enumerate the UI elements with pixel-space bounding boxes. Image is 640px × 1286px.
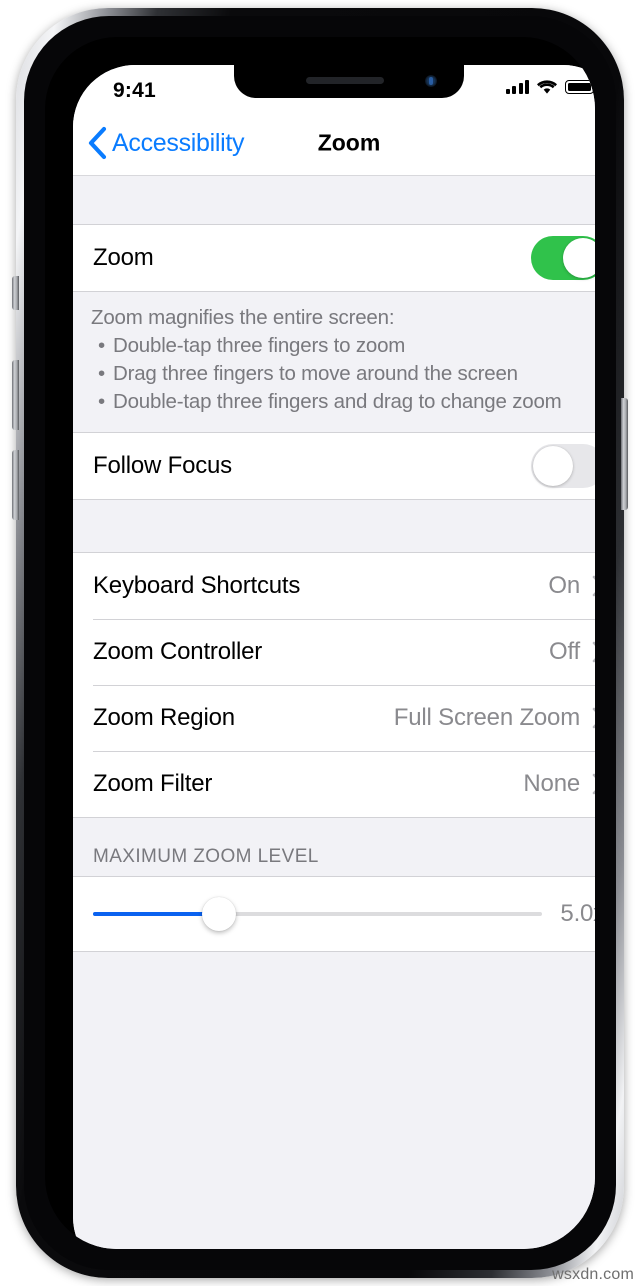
zoom-note-bullet: Double-tap three fingers to zoom <box>98 332 595 360</box>
earpiece-speaker-icon <box>306 77 384 84</box>
phone-screen: 9:41 Accessibility Zoom Zoom Zoom magnif… <box>73 65 595 1249</box>
row-keyboard-shortcuts-accessory: On <box>548 572 595 600</box>
device-inner-bezel: 9:41 Accessibility Zoom Zoom Zoom magnif… <box>24 16 616 1270</box>
chevron-right-icon <box>592 707 595 729</box>
zoom-toggle-group: Zoom <box>73 224 595 292</box>
zoom-toggle-switch[interactable] <box>531 236 595 280</box>
zoom-note-heading: Zoom magnifies the entire screen: <box>91 306 395 329</box>
row-follow-focus-label: Follow Focus <box>93 452 232 479</box>
zoom-description-note: Zoom magnifies the entire screen: Double… <box>73 292 595 432</box>
battery-full-icon <box>565 80 594 94</box>
row-zoom-filter[interactable]: Zoom Filter None <box>73 751 595 817</box>
row-zoom-region[interactable]: Zoom Region Full Screen Zoom <box>73 685 595 751</box>
navigation-bar: Accessibility Zoom <box>73 111 595 176</box>
power-button[interactable] <box>621 398 628 510</box>
status-bar-indicators <box>505 79 594 95</box>
status-bar-time: 9:41 <box>113 79 156 102</box>
chevron-right-icon <box>592 773 595 795</box>
section-gap <box>73 500 595 552</box>
row-zoom-region-accessory: Full Screen Zoom <box>394 704 595 732</box>
silent-switch-button[interactable] <box>12 276 19 310</box>
follow-focus-toggle-knob <box>533 446 573 486</box>
device-notch <box>234 65 464 98</box>
max-zoom-level-section-header: MAXIMUM ZOOM LEVEL <box>73 818 595 876</box>
wifi-icon <box>537 80 557 94</box>
row-zoom-label: Zoom <box>93 244 154 271</box>
row-zoom-region-label: Zoom Region <box>93 704 235 731</box>
device-bezel: 9:41 Accessibility Zoom Zoom Zoom magnif… <box>45 37 595 1249</box>
follow-focus-group: Follow Focus <box>73 432 595 500</box>
volume-down-button[interactable] <box>12 450 19 520</box>
slider-thumb[interactable] <box>201 897 236 931</box>
page-title: Zoom <box>317 129 381 156</box>
row-follow-focus[interactable]: Follow Focus <box>73 433 595 499</box>
row-zoom-filter-value: None <box>523 770 580 797</box>
row-keyboard-shortcuts-value: On <box>548 572 580 599</box>
row-zoom[interactable]: Zoom <box>73 225 595 291</box>
zoom-note-bullet: Double-tap three fingers and drag to cha… <box>98 388 595 416</box>
follow-focus-toggle-switch[interactable] <box>531 444 595 488</box>
front-camera-icon <box>425 75 437 87</box>
row-zoom-filter-accessory: None <box>523 770 595 798</box>
row-keyboard-shortcuts-label: Keyboard Shortcuts <box>93 572 301 599</box>
cellular-signal-icon <box>505 80 529 94</box>
zoom-note-bullet-list: Double-tap three fingers to zoom Drag th… <box>91 332 595 416</box>
max-zoom-level-group: 5.0x <box>73 876 595 952</box>
top-gap <box>73 176 595 224</box>
row-zoom-filter-label: Zoom Filter <box>93 770 213 797</box>
zoom-settings-group: Keyboard Shortcuts On Zoom Controller Of… <box>73 552 595 818</box>
row-keyboard-shortcuts[interactable]: Keyboard Shortcuts On <box>73 553 595 619</box>
volume-up-button[interactable] <box>12 360 19 430</box>
watermark: wsxdn.com <box>552 1266 634 1283</box>
chevron-right-icon <box>592 575 595 597</box>
max-zoom-slider[interactable] <box>93 897 543 931</box>
zoom-note-bullet: Drag three fingers to move around the sc… <box>98 360 595 388</box>
phone-device-frame: 9:41 Accessibility Zoom Zoom Zoom magnif… <box>12 8 628 1278</box>
settings-scroll-content[interactable]: Zoom Zoom magnifies the entire screen: •… <box>73 176 595 1249</box>
row-zoom-controller[interactable]: Zoom Controller Off <box>73 619 595 685</box>
row-zoom-accessory <box>531 236 595 280</box>
row-zoom-controller-accessory: Off <box>549 638 595 666</box>
row-zoom-controller-value: Off <box>549 638 580 665</box>
slider-fill <box>93 912 219 916</box>
chevron-right-icon <box>592 641 595 663</box>
row-follow-focus-accessory <box>531 444 595 488</box>
max-zoom-level-value: 5.0x <box>560 900 595 927</box>
row-zoom-region-value: Full Screen Zoom <box>393 704 580 731</box>
zoom-toggle-knob <box>563 238 595 278</box>
row-max-zoom-slider[interactable]: 5.0x <box>73 877 595 951</box>
row-zoom-controller-label: Zoom Controller <box>93 638 263 665</box>
